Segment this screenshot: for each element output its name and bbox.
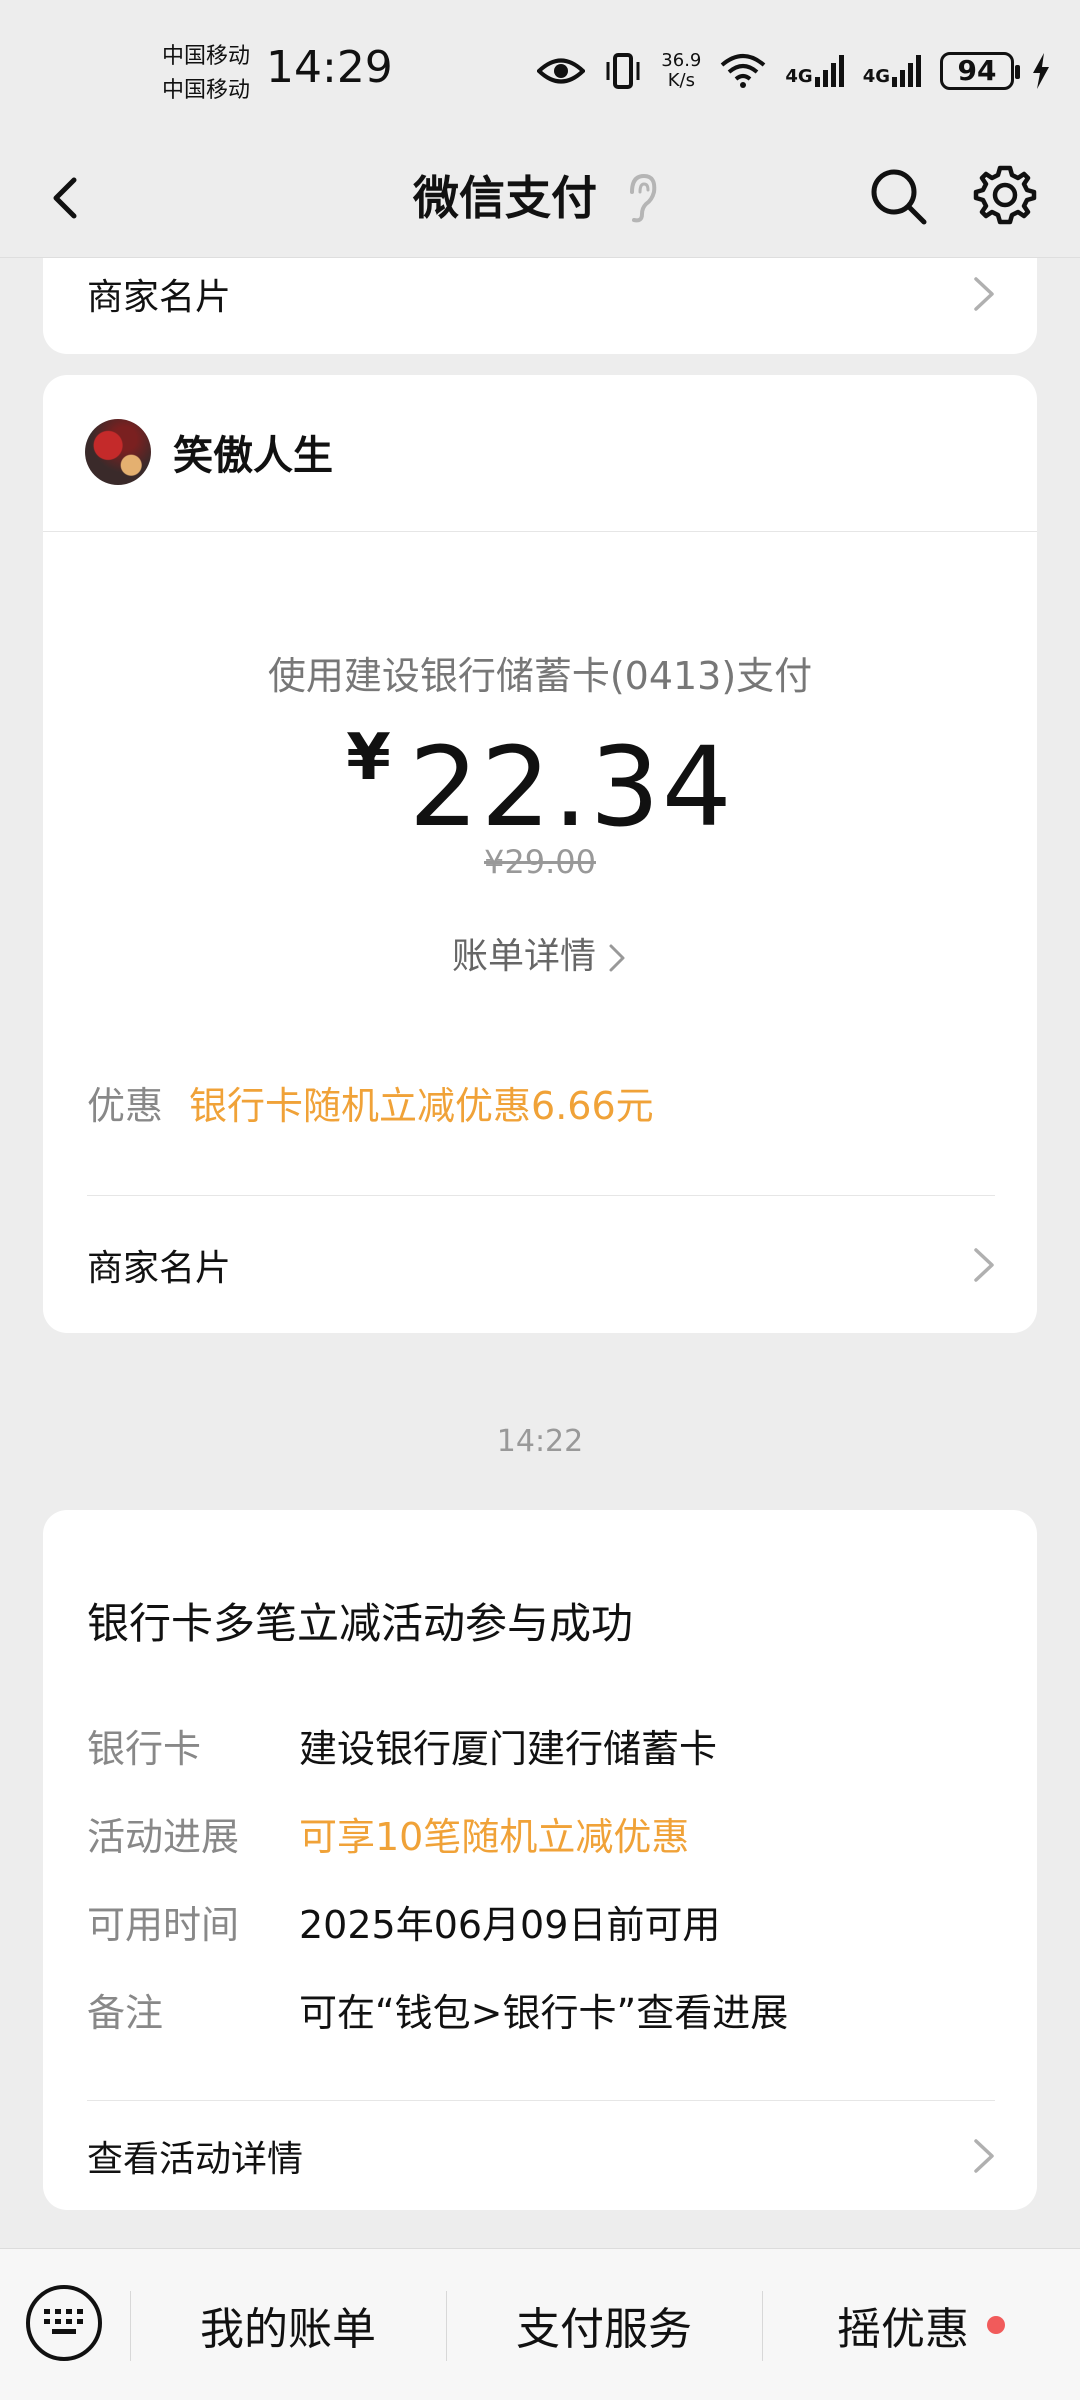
info-value: 可享10笔随机立减优惠 [299,1815,690,1859]
gear-icon[interactable] [972,162,1038,228]
bill-details-link[interactable]: 账单详情 [43,927,1037,979]
network-speed: 36.9 K/s [661,51,701,91]
merchant-header[interactable]: 笑傲人生 [85,419,333,485]
signal-1: 4G [785,55,844,87]
menu-label: 支付服务 [516,2304,692,2355]
ear-icon[interactable] [622,170,662,226]
info-value: 可在“钱包>银行卡”查看进展 [299,1991,789,2035]
message-timestamp: 14:22 [496,1424,584,1459]
signal-bars-icon [814,55,844,87]
chevron-right-icon [609,944,625,972]
activity-details-link[interactable]: 查看活动详情 [87,2102,997,2210]
chevron-right-icon [974,1248,994,1282]
info-row-progress: 活动进展 可享10笔随机立减优惠 [87,1806,689,1861]
merchant-card-label: 商家名片 [87,1248,232,1289]
nav-bar: 微信支付 [0,140,1080,258]
menu-payment-services[interactable]: 支付服务 [446,2249,762,2400]
previous-merchant-card: 商家名片 [43,258,1037,354]
chevron-right-icon [974,277,994,311]
info-row-bank-card: 银行卡 建设银行厦门建行储蓄卡 [87,1718,717,1773]
merchant-card-link[interactable]: 商家名片 [87,1197,997,1333]
keyboard-icon [44,2309,83,2334]
speed-value: 36.9 [661,50,702,71]
info-key: 银行卡 [87,1727,202,1771]
merchant-name: 笑傲人生 [173,433,333,479]
battery-indicator: 94 [940,52,1020,90]
menu-label: 我的账单 [200,2304,376,2355]
info-key: 活动进展 [87,1815,240,1859]
payment-method: 使用建设银行储蓄卡(0413)支付 [267,654,813,698]
info-key: 可用时间 [87,1903,240,1947]
wifi-icon [721,54,766,88]
notification-dot [987,2316,1005,2334]
carrier-2: 中国移动 [162,78,251,103]
info-row-note: 备注 可在“钱包>银行卡”查看进展 [87,1982,788,2037]
discount-row: 优惠 银行卡随机立减优惠6.66元 [87,1075,654,1130]
bottom-menu-bar: 我的账单 支付服务 摇优惠 [0,2248,1080,2400]
info-value: 2025年06月09日前可用 [299,1903,721,1947]
charging-bolt-icon [1033,53,1049,89]
status-time: 14:29 [266,42,393,93]
discount-label: 优惠 [87,1084,164,1128]
merchant-card-link[interactable]: 商家名片 [87,258,997,330]
carrier-labels: 中国移动 中国移动 [162,40,250,108]
info-row-valid-time: 可用时间 2025年06月09日前可用 [87,1894,720,1949]
status-bar: 中国移动 中国移动 14:29 36.9 K/s 4G 4G 94 [0,0,1080,140]
activity-card: 银行卡多笔立减活动参与成功 银行卡 建设银行厦门建行储蓄卡 活动进展 可享10笔… [43,1510,1037,2210]
chevron-right-icon [974,2139,994,2173]
divider [87,2100,995,2101]
menu-label: 摇优惠 [837,2304,969,2355]
network-type-2: 4G [862,66,890,87]
bill-details-label: 账单详情 [451,936,596,977]
signal-2: 4G [863,55,922,87]
discount-value: 银行卡随机立减优惠6.66元 [189,1084,654,1128]
merchant-card-label: 商家名片 [87,277,232,318]
speed-unit: K/s [667,70,695,91]
avatar [85,419,151,485]
payment-amount: ¥22.34 [43,721,1037,851]
signal-bars-icon [892,55,921,87]
menu-shake-offers[interactable]: 摇优惠 [762,2249,1080,2400]
search-icon[interactable] [866,164,930,228]
divider [87,1195,995,1196]
menu-my-bills[interactable]: 我的账单 [130,2249,446,2400]
activity-details-label: 查看活动详情 [87,2139,304,2180]
vibrate-icon [606,53,640,89]
payment-card: 笑傲人生 使用建设银行储蓄卡(0413)支付 ¥22.34 ¥29.00 账单详… [43,375,1037,1333]
info-value: 建设银行厦门建行储蓄卡 [299,1727,718,1771]
carrier-1: 中国移动 [162,44,251,69]
original-price: ¥29.00 [484,843,596,881]
keyboard-toggle-button[interactable] [26,2285,102,2361]
activity-title: 银行卡多笔立减活动参与成功 [87,1599,634,1648]
info-key: 备注 [87,1991,164,2035]
eye-icon [537,58,586,84]
network-type-1: 4G [785,66,813,87]
amount-value: 22.34 [408,723,734,851]
status-icons: 36.9 K/s 4G 4G 94 [537,46,1050,96]
currency-symbol: ¥ [346,721,391,795]
divider [43,531,1037,532]
page-title: 微信支付 [413,171,597,225]
